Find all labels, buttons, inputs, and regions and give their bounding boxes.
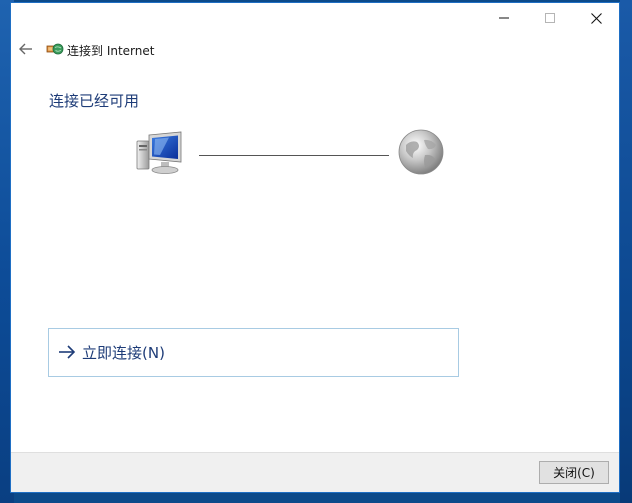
- desktop-background-right: [620, 0, 632, 503]
- connect-to-internet-window: 连接到 Internet 连接已经可用 立即连接(N) 关闭(C): [10, 2, 620, 493]
- minimize-icon: [499, 17, 509, 19]
- maximize-button[interactable]: [527, 3, 573, 33]
- computer-icon: [136, 131, 182, 174]
- network-connection-icon: [46, 43, 64, 55]
- globe-icon: [398, 129, 444, 175]
- close-window-button[interactable]: [573, 3, 619, 33]
- footer-bar: 关闭(C): [11, 452, 619, 492]
- back-arrow-icon[interactable]: [17, 40, 35, 58]
- title-bar: [11, 3, 619, 33]
- page-heading: 连接已经可用: [49, 92, 140, 110]
- minimize-button[interactable]: [481, 3, 527, 33]
- connect-now-option[interactable]: 立即连接(N): [48, 328, 459, 377]
- maximize-icon: [545, 13, 555, 23]
- arrow-right-icon: [59, 345, 76, 359]
- wizard-header: 连接到 Internet: [11, 36, 619, 64]
- window-title: 连接到 Internet: [67, 44, 155, 58]
- connection-line: [199, 155, 389, 156]
- close-button[interactable]: 关闭(C): [539, 461, 609, 484]
- close-icon: [590, 12, 602, 24]
- connect-now-label: 立即连接(N): [82, 344, 165, 362]
